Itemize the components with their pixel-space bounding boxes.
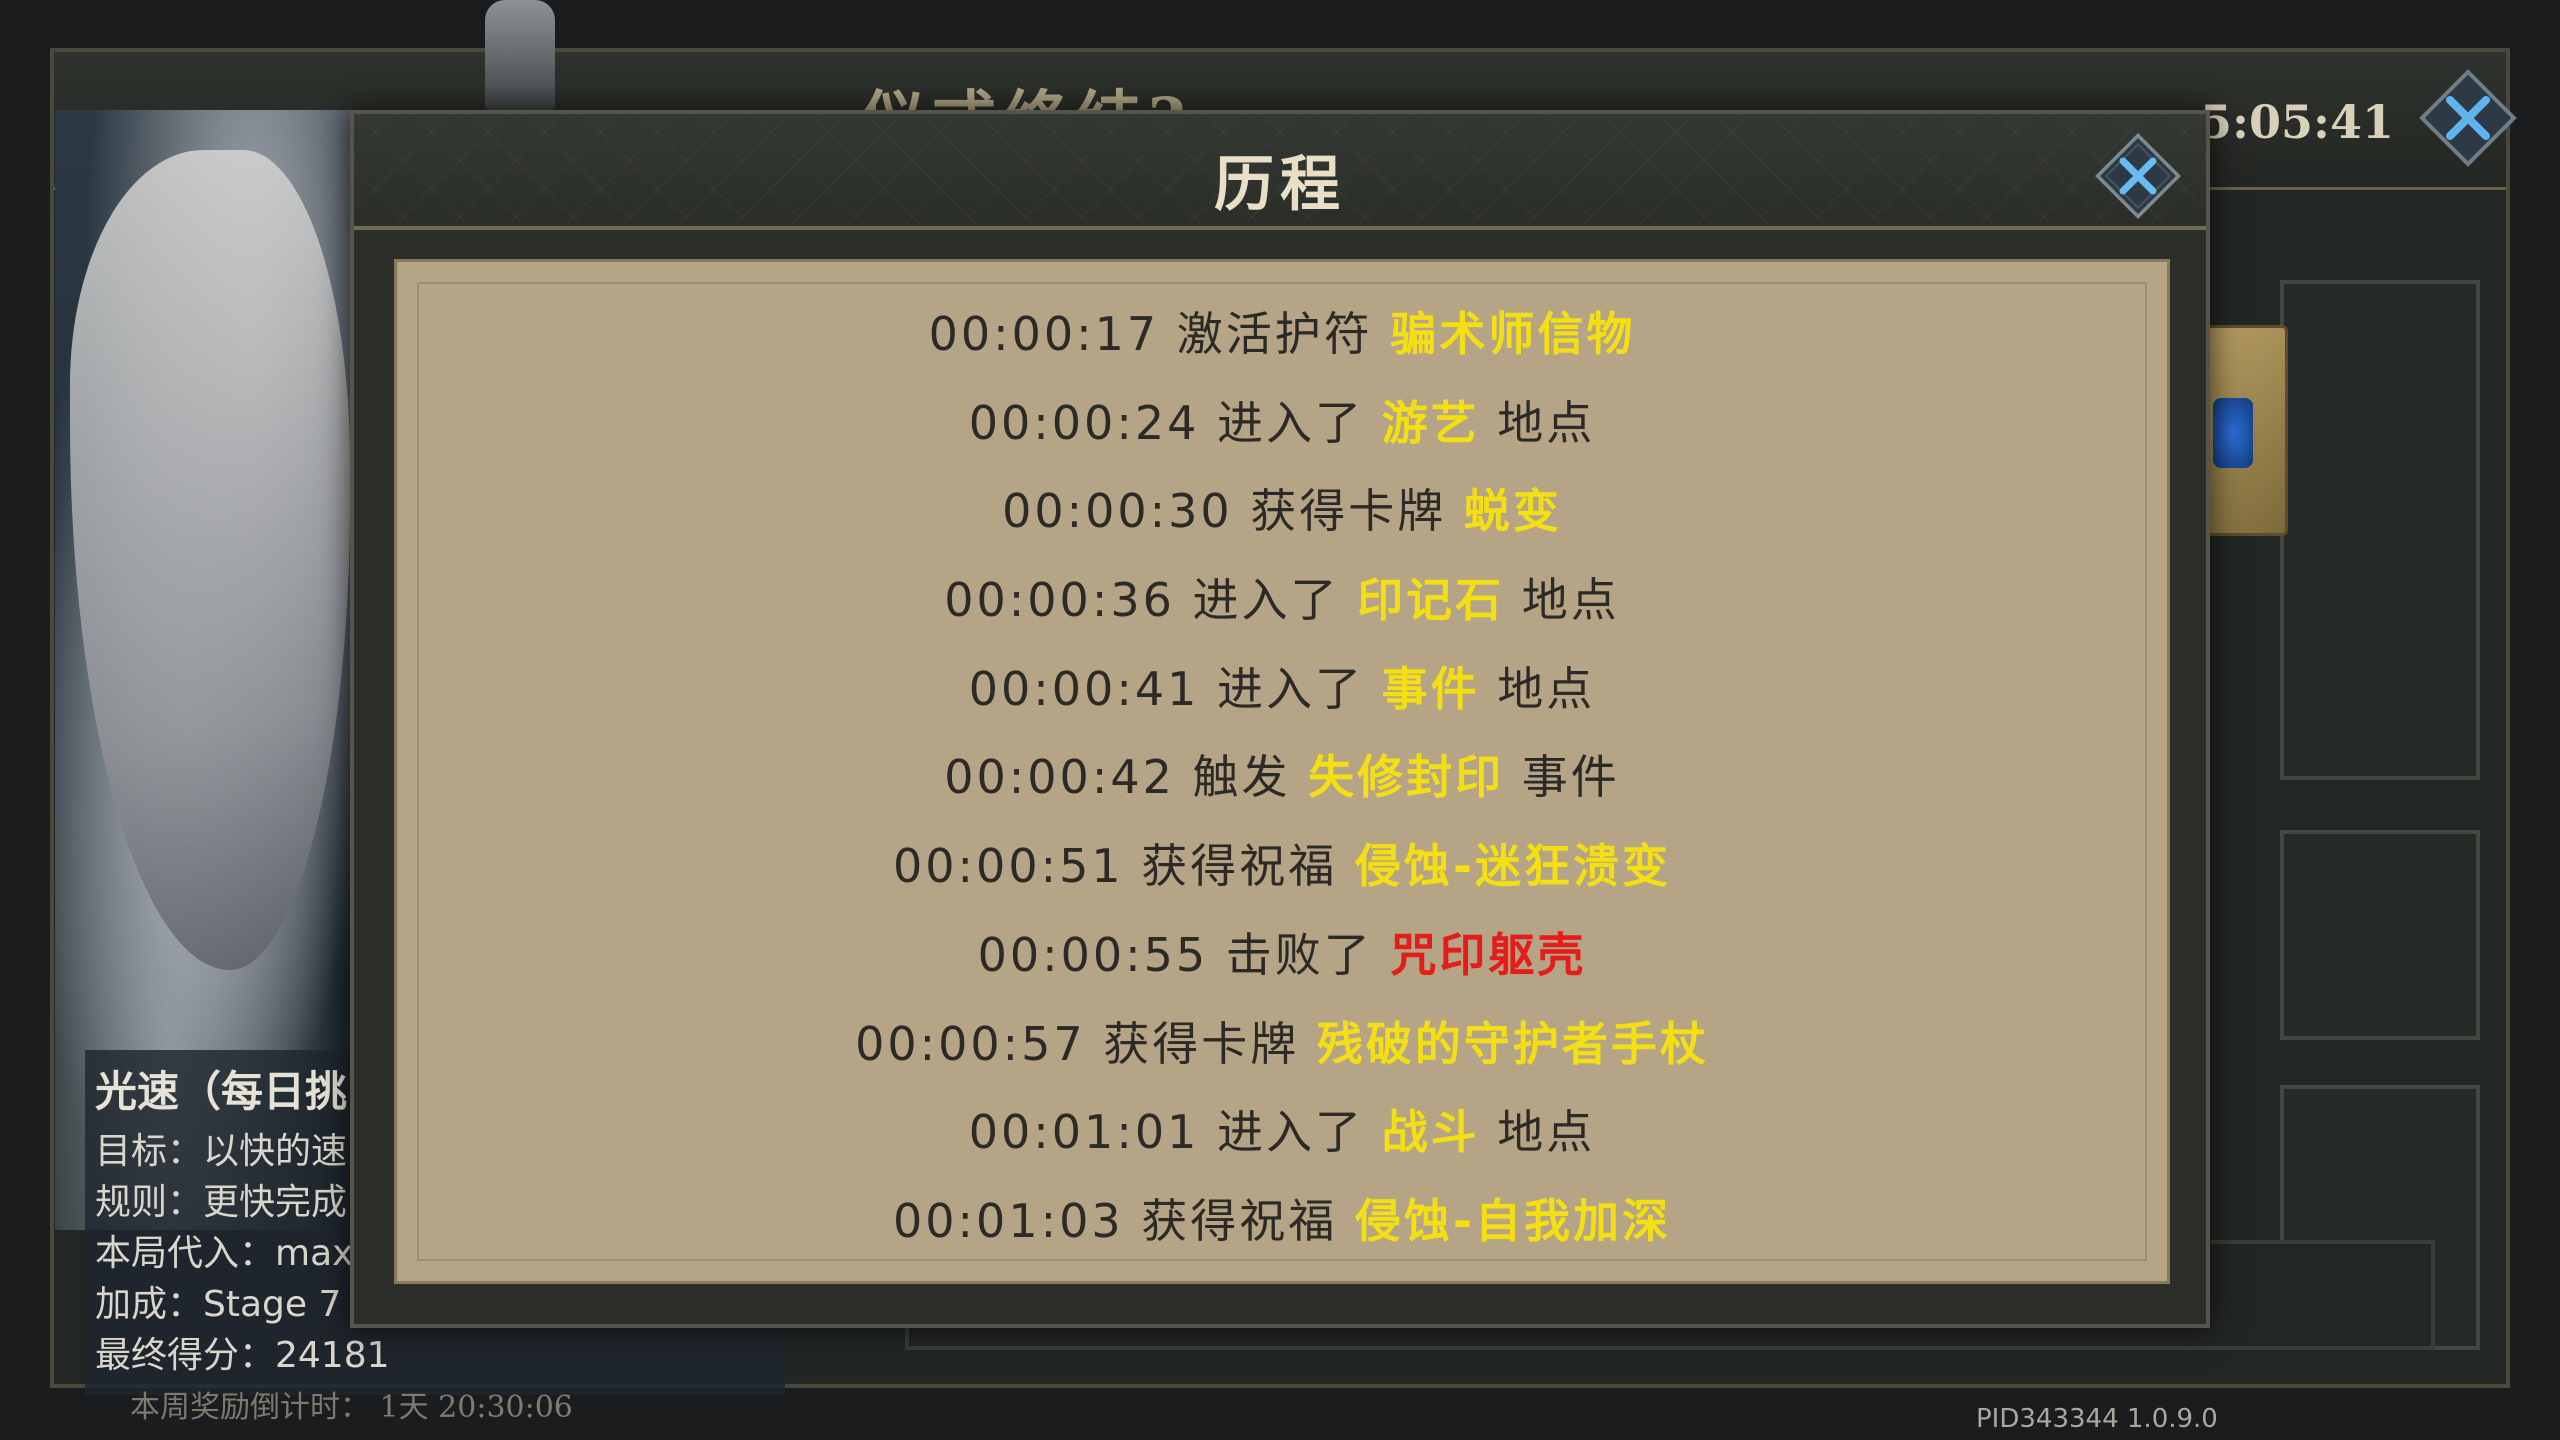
background-card xyxy=(2200,325,2288,536)
entry-subject: 游艺 xyxy=(1381,395,1480,450)
entry-time: 00:01:03 xyxy=(893,1193,1124,1248)
history-log-list: 00:00:17 激活护符 骗术师信物 00:00:24 进入了 游艺 地点 00:… xyxy=(397,290,2167,1266)
entry-time: 00:00:36 xyxy=(944,573,1175,628)
history-dialog-title: 历程 xyxy=(1214,150,1346,220)
background-timer: 5:05:41 xyxy=(2200,95,2394,149)
challenge-rule: 规则：更快完成 xyxy=(95,1182,348,1223)
history-log-entry: 00:01:03 获得祝福 侵蚀-自我加深 xyxy=(397,1177,2167,1266)
entry-time: 00:00:24 xyxy=(968,395,1200,450)
entry-time: 00:00:42 xyxy=(944,750,1175,805)
challenge-goal: 目标：以快的速 xyxy=(95,1131,348,1172)
entry-subject: 侵蚀-自我加深 xyxy=(1354,1193,1671,1248)
history-log-entry: 00:00:17 激活护符 骗术师信物 xyxy=(397,290,2167,379)
weekly-reset-countdown: 本周奖励倒计时： 1天 20:30:06 xyxy=(130,1390,573,1425)
entry-time: 00:00:55 xyxy=(977,927,1209,982)
history-log-entry: 00:00:55 击败了 咒印躯壳 xyxy=(397,911,2167,1000)
history-log-panel[interactable]: 00:00:17 激活护符 骗术师信物 00:00:24 进入了 游艺 地点 00:… xyxy=(394,259,2170,1284)
entry-suffix: 地点 xyxy=(1497,395,1596,450)
entry-action: 进入了 xyxy=(1216,1105,1364,1160)
version-label: PID343344 1.0.9.0 xyxy=(1976,1404,2218,1434)
entry-subject: 战斗 xyxy=(1381,1105,1480,1160)
entry-suffix: 地点 xyxy=(1521,573,1620,628)
entry-suffix: 地点 xyxy=(1497,661,1596,716)
entry-suffix: 地点 xyxy=(1497,1105,1596,1160)
history-log-entry: 00:00:51 获得祝福 侵蚀-迷狂溃变 xyxy=(397,822,2167,911)
history-dialog: 历程 00:00:17 激活护符 骗术师信物 00:00:24 进入了 游艺 地点… xyxy=(350,110,2210,1328)
history-log-entry: 00:00:57 获得卡牌 残破的守护者手杖 xyxy=(397,1000,2167,1089)
entry-subject: 骗术师信物 xyxy=(1390,307,1636,361)
background-side-panel xyxy=(2280,280,2480,780)
entry-subject: 印记石 xyxy=(1357,573,1505,628)
entry-time: 00:00:57 xyxy=(855,1016,1086,1071)
background-close-button[interactable] xyxy=(2418,68,2518,168)
entry-action: 进入了 xyxy=(1192,573,1340,628)
history-close-button[interactable] xyxy=(2094,132,2182,220)
history-dialog-header: 历程 xyxy=(354,114,2206,230)
challenge-bonus: 加成：Stage 7 xyxy=(95,1284,342,1325)
final-score: 最终得分：24181 xyxy=(95,1335,390,1376)
entry-action: 激活护符 xyxy=(1176,307,1373,361)
entry-subject: 蜕变 xyxy=(1463,484,1562,539)
entry-time: 00:00:30 xyxy=(1002,484,1233,539)
character-staff xyxy=(485,0,555,110)
entry-time: 00:01:01 xyxy=(968,1105,1200,1160)
entry-suffix: 事件 xyxy=(1521,750,1620,805)
entry-time: 00:00:41 xyxy=(968,661,1200,716)
entry-time: 00:00:51 xyxy=(893,839,1124,894)
history-log-entry: 00:00:24 进入了 游艺 地点 xyxy=(397,379,2167,468)
card-gem-icon xyxy=(2213,398,2253,468)
entry-action: 进入了 xyxy=(1216,661,1364,716)
challenge-character: 本局代入：max xyxy=(95,1233,354,1274)
challenge-title: 光速（每日挑 xyxy=(95,1067,348,1116)
entry-action: 进入了 xyxy=(1216,395,1364,450)
entry-action: 获得祝福 xyxy=(1141,1193,1338,1248)
history-log-entry: 00:00:41 进入了 事件 地点 xyxy=(397,645,2167,734)
close-x-icon xyxy=(2095,133,2181,219)
entry-subject: 咒印躯壳 xyxy=(1390,927,1587,982)
entry-time: 00:00:17 xyxy=(928,307,1160,361)
history-log-entry: 00:00:36 进入了 印记石 地点 xyxy=(397,556,2167,645)
history-log-entry: 00:01:01 进入了 战斗 地点 xyxy=(397,1088,2167,1177)
entry-subject: 事件 xyxy=(1381,661,1480,716)
history-log-entry: 00:00:30 获得卡牌 蜕变 xyxy=(397,467,2167,556)
close-x-icon xyxy=(2419,69,2517,167)
entry-subject: 失修封印 xyxy=(1308,750,1505,805)
entry-action: 获得卡牌 xyxy=(1250,484,1447,539)
entry-action: 获得卡牌 xyxy=(1103,1016,1300,1071)
background-side-panel xyxy=(2280,830,2480,1040)
entry-action: 击败了 xyxy=(1225,927,1373,982)
entry-subject: 残破的守护者手杖 xyxy=(1316,1016,1709,1071)
entry-subject: 侵蚀-迷狂溃变 xyxy=(1354,839,1671,894)
history-log-entry: 00:00:42 触发 失修封印 事件 xyxy=(397,733,2167,822)
entry-action: 触发 xyxy=(1192,750,1291,805)
entry-action: 获得祝福 xyxy=(1141,839,1338,894)
